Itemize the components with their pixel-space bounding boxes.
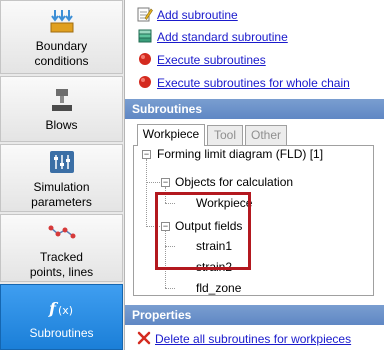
delete-all-subroutines-link[interactable]: Delete all subroutines for workpieces [155, 332, 351, 346]
tree-node-fld-zone[interactable]: fld_zone [196, 280, 241, 296]
sidebar-item-label: Subroutines [29, 326, 94, 340]
collapse-icon[interactable]: − [142, 150, 151, 159]
sidebar-item-label: Tracked points, lines [29, 249, 94, 279]
sidebar-item-blows[interactable]: Blows [0, 76, 123, 142]
actions-panel: Add subroutine Add standard subroutine E… [125, 0, 384, 100]
edit-note-icon [137, 6, 153, 25]
add-standard-subroutine-link[interactable]: Add standard subroutine [157, 30, 288, 44]
tree-connector [146, 159, 147, 227]
add-standard-subroutine-row: Add standard subroutine [137, 28, 288, 46]
tree-connector [146, 182, 160, 183]
subroutines-window: Boundary conditions Blows Simulation par… [0, 0, 384, 350]
delete-all-row: Delete all subroutines for workpieces [137, 330, 351, 348]
add-subroutine-row: Add subroutine [137, 6, 238, 24]
sidebar: Boundary conditions Blows Simulation par… [0, 0, 125, 350]
execute-subroutines-link[interactable]: Execute subroutines [157, 53, 266, 67]
sidebar-item-label: Simulation parameters [31, 179, 92, 209]
tab-other[interactable]: Other [245, 125, 287, 145]
sidebar-item-label: Boundary conditions [34, 38, 89, 68]
properties-section-header: Properties [125, 305, 384, 325]
collapse-icon[interactable]: − [161, 178, 170, 187]
tracked-points-icon [47, 217, 77, 247]
subroutines-icon: f (x) [47, 293, 77, 323]
add-subroutine-link[interactable]: Add subroutine [157, 8, 238, 22]
sidebar-item-subroutines[interactable]: f (x) Subroutines [0, 284, 123, 350]
boundary-conditions-icon [47, 6, 77, 36]
tree-node-objects[interactable]: Objects for calculation [175, 174, 293, 190]
sidebar-item-tracked-points[interactable]: Tracked points, lines [0, 214, 123, 282]
tree-connector [165, 288, 175, 289]
subroutines-tabs-area: Workpiece Tool Other − − − Forming limit… [125, 119, 384, 302]
sidebar-item-boundary-conditions[interactable]: Boundary conditions [0, 0, 123, 74]
subroutines-section-header: Subroutines [125, 99, 384, 119]
main-panel: Add subroutine Add standard subroutine E… [125, 0, 384, 350]
execute-whole-chain-link[interactable]: Execute subroutines for whole chain [157, 76, 350, 90]
output-fields-highlight [155, 192, 251, 270]
svg-text:(x): (x) [58, 304, 73, 317]
blows-icon [47, 85, 77, 115]
red-x-icon [137, 331, 151, 348]
simulation-parameters-icon [47, 147, 77, 177]
execute-whole-chain-row: Execute subroutines for whole chain [137, 74, 350, 92]
sidebar-item-label: Blows [45, 118, 78, 132]
execute-subroutines-row: Execute subroutines [137, 51, 266, 69]
sidebar-item-simulation-parameters[interactable]: Simulation parameters [0, 144, 123, 212]
stack-icon [137, 28, 153, 47]
tree-node-fld[interactable]: Forming limit diagram (FLD) [1] [157, 146, 323, 162]
tab-tool[interactable]: Tool [207, 125, 243, 145]
red-run-icon [137, 74, 153, 93]
red-run-icon [137, 51, 153, 70]
tab-workpiece[interactable]: Workpiece [137, 124, 205, 146]
